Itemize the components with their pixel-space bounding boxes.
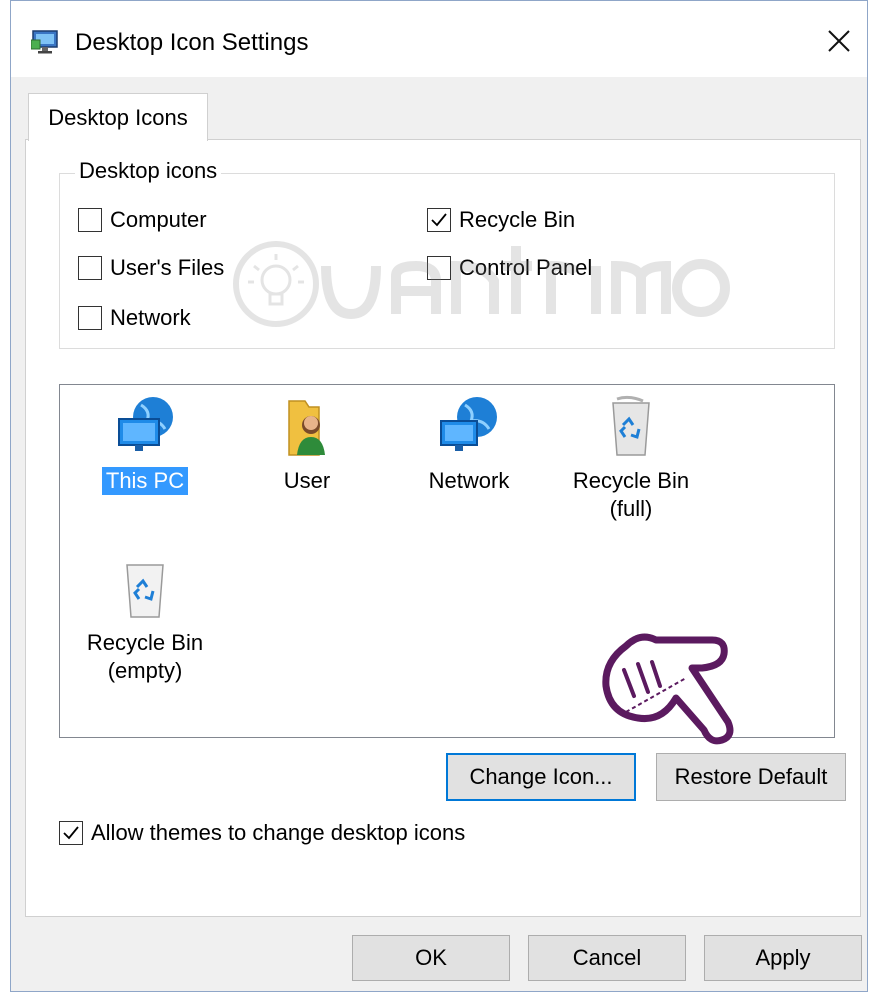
user-folder-icon [288, 400, 325, 456]
change-icon-button[interactable]: Change Icon... [446, 753, 636, 801]
window-title: Desktop Icon Settings [75, 29, 309, 56]
checkbox-box[interactable] [427, 208, 451, 232]
checkbox-control-panel[interactable]: Control Panel [427, 255, 592, 281]
tab-desktop-icons[interactable]: Desktop Icons [28, 93, 208, 141]
desktop-icon-settings-dialog: Desktop Icon Settings Desktop Icons Desk… [10, 0, 868, 992]
icon-item-recycle-bin-empty[interactable]: Recycle Bin (empty) [70, 557, 220, 685]
display-settings-icon [31, 30, 58, 54]
group-label: Desktop icons [75, 158, 222, 184]
checkbox-box[interactable] [78, 256, 102, 280]
tab-page: Desktop icons Computer User's Files Netw… [25, 139, 861, 917]
icon-item-network[interactable]: Network [394, 395, 544, 495]
checkbox-allow-themes[interactable]: Allow themes to change desktop icons [59, 820, 465, 846]
icon-label-line: (empty) [107, 658, 183, 683]
this-pc-icon [118, 397, 173, 451]
checkmark-icon [431, 213, 447, 227]
checkbox-box[interactable] [78, 208, 102, 232]
checkbox-box[interactable] [59, 821, 83, 845]
icon-label-line: Recycle Bin [572, 468, 690, 493]
restore-default-button[interactable]: Restore Default [656, 753, 846, 801]
icon-label: This PC [101, 467, 189, 495]
icon-label: User [283, 468, 331, 493]
icon-label: Recycle Bin (empty) [83, 629, 207, 685]
icon-item-this-pc[interactable]: This PC [70, 395, 220, 495]
recycle-bin-empty-icon [126, 564, 164, 618]
icon-label: Recycle Bin (full) [569, 467, 693, 523]
icon-item-user[interactable]: User [232, 395, 382, 495]
checkbox-label: Recycle Bin [459, 207, 576, 232]
checkbox-computer[interactable]: Computer [78, 207, 207, 233]
network-icon [440, 397, 497, 451]
icon-label-line: Recycle Bin [86, 630, 204, 655]
checkbox-network[interactable]: Network [78, 305, 191, 331]
checkbox-box[interactable] [78, 306, 102, 330]
checkbox-label: Control Panel [459, 255, 593, 280]
checkbox-recycle-bin[interactable]: Recycle Bin [427, 207, 575, 233]
checkbox-label: Computer [110, 207, 207, 232]
ok-button[interactable]: OK [352, 935, 510, 981]
checkbox-users-files[interactable]: User's Files [78, 255, 224, 281]
desktop-icons-group: Desktop icons Computer User's Files Netw… [59, 158, 835, 349]
icon-item-recycle-bin-full[interactable]: Recycle Bin (full) [556, 395, 706, 523]
checkbox-label: Network [110, 305, 191, 330]
checkbox-label: User's Files [110, 255, 225, 280]
icon-label: Network [428, 468, 510, 493]
cancel-button[interactable]: Cancel [528, 935, 686, 981]
recycle-bin-full-icon [612, 395, 650, 456]
close-button[interactable] [811, 15, 867, 67]
close-icon [828, 30, 850, 52]
checkbox-box[interactable] [427, 256, 451, 280]
title-bar: Desktop Icon Settings [11, 1, 867, 77]
checkbox-label: Allow themes to change desktop icons [91, 820, 466, 845]
checkmark-icon [63, 826, 79, 840]
icon-label-line: (full) [609, 496, 653, 521]
apply-button[interactable]: Apply [704, 935, 862, 981]
desktop-icon-list[interactable]: This PC User Network Recycle Bin (full) … [59, 384, 835, 738]
